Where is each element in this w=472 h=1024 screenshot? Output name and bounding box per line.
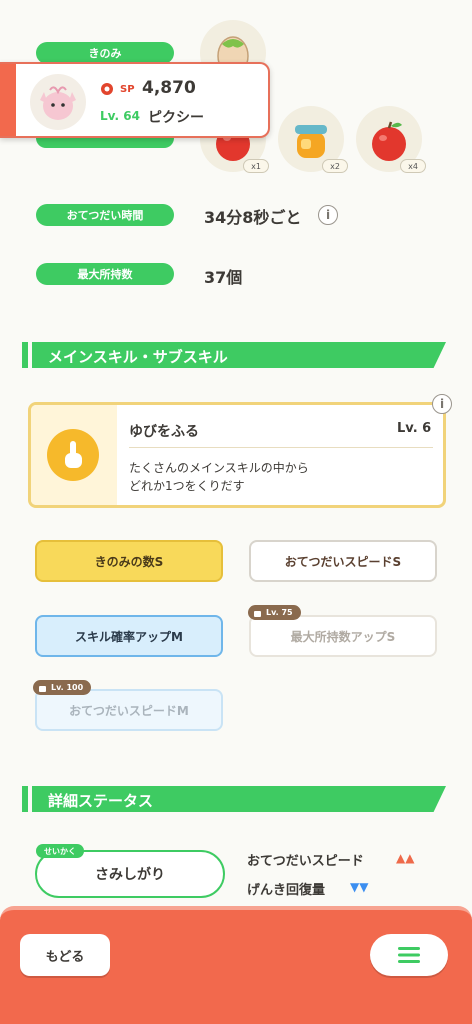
ingredient-count-3: x4 — [400, 159, 426, 173]
sub-skill-help-speed-s[interactable]: おてつだいスピードS — [249, 540, 437, 582]
sp-value: 4,870 — [142, 78, 196, 98]
sp-icon — [101, 83, 113, 95]
ingredient-count-2: x2 — [322, 159, 348, 173]
max-carry-value: 37個 — [204, 268, 243, 287]
nature-up-label: おてつだいスピード — [247, 854, 364, 869]
lock-level-75: Lv. 75 — [266, 608, 293, 617]
ingredient-count-1: x1 — [243, 159, 269, 173]
sub-skill-help-speed-m[interactable]: おてつだいスピードM — [35, 689, 223, 731]
footer-bar: もどる — [0, 906, 472, 1024]
pokemon-level: Lv. 64 — [100, 109, 140, 123]
ingredient-label: きのみ — [36, 42, 174, 64]
card-accent — [0, 64, 16, 136]
detail-section-title: 詳細ステータス — [48, 792, 154, 810]
help-time-value: 34分8秒ごと — [204, 208, 302, 227]
info-icon[interactable]: i — [318, 205, 338, 225]
sub-skill-max-carry-s[interactable]: 最大所持数アップS — [249, 615, 437, 657]
nature-value: さみしがり — [95, 867, 165, 883]
pokemon-sprite-icon — [30, 74, 86, 130]
lock-badge-lv75: Lv. 75 — [248, 605, 301, 620]
pokemon-card[interactable]: SP 4,870 Lv. 64 ピクシー — [0, 62, 270, 138]
nature-down-marks: ▼▼ — [350, 880, 369, 894]
main-skill-desc-1: たくさんのメインスキルの中から — [129, 461, 309, 475]
help-time-label: おてつだい時間 — [36, 204, 174, 226]
sub-skill-skill-rate-m[interactable]: スキル確率アップM — [35, 615, 223, 657]
main-skill-card[interactable]: ゆびをふる Lv. 6 たくさんのメインスキルの中から どれか1つをくりだす — [28, 402, 446, 508]
sp-label: SP — [120, 84, 135, 95]
finger-icon — [47, 429, 99, 481]
main-skill-icon-panel — [31, 405, 117, 505]
main-skill-info-icon[interactable]: i — [432, 394, 452, 414]
menu-button[interactable] — [370, 934, 448, 976]
nature-up-marks: ▲▲ — [396, 851, 415, 865]
main-skill-desc-2: どれか1つをくりだす — [129, 479, 245, 493]
nature-down-label: げんき回復量 — [247, 883, 326, 898]
lock-badge-lv100: Lv. 100 — [33, 680, 92, 695]
pokemon-name: ピクシー — [148, 110, 204, 126]
max-carry-label: 最大所持数 — [36, 263, 174, 285]
nature-tag: せいかく — [36, 844, 84, 858]
skills-section-title: メインスキル・サブスキル — [48, 348, 228, 366]
skills-section-header: メインスキル・サブスキル — [22, 342, 446, 368]
main-skill-name: ゆびをふる — [129, 424, 199, 440]
lock-level-100: Lv. 100 — [51, 683, 84, 692]
main-skill-level: Lv. 6 — [397, 421, 432, 436]
hamburger-menu-icon — [398, 947, 420, 963]
back-button-label: もどる — [45, 949, 85, 965]
main-skill-divider — [129, 447, 433, 448]
detail-section-header: 詳細ステータス — [22, 786, 446, 812]
sub-skill-berry-s[interactable]: きのみの数S — [35, 540, 223, 582]
back-button[interactable]: もどる — [20, 934, 110, 976]
